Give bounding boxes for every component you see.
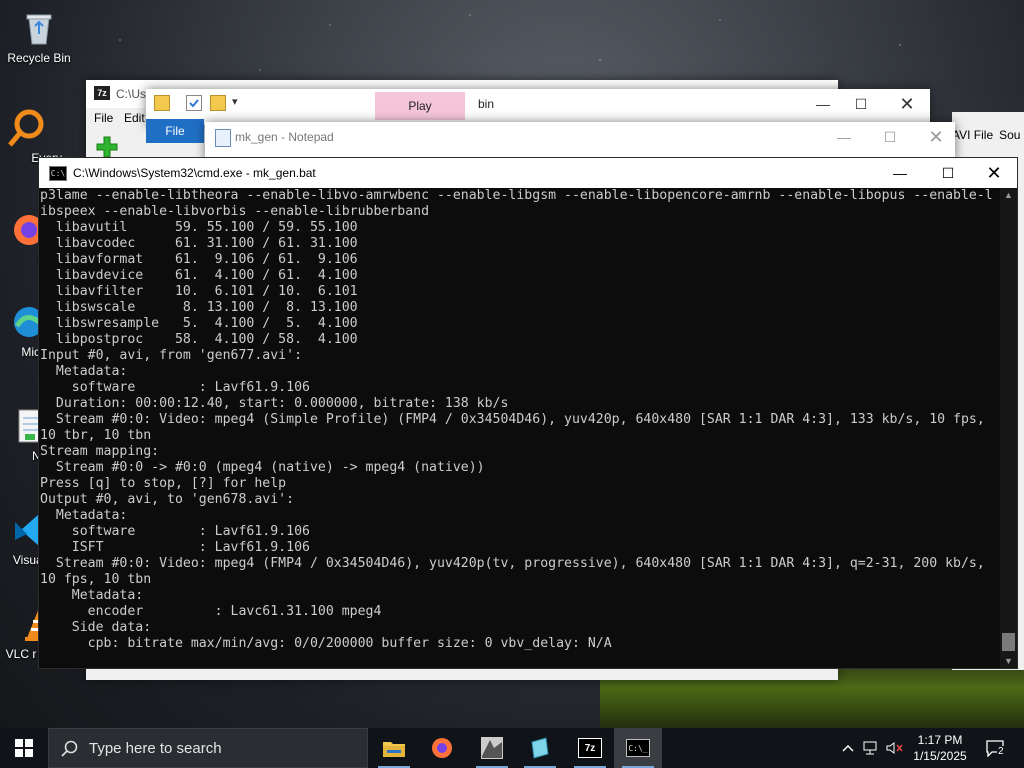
- console-line: libavformat 61. 9.106 / 61. 9.106: [40, 252, 358, 267]
- taskbar-cmd[interactable]: C:\_: [614, 728, 662, 768]
- scrollbar[interactable]: ▲ ▼: [1000, 188, 1017, 668]
- cmd-icon: C:\: [49, 166, 67, 181]
- notepad-icon: [215, 129, 231, 147]
- notification-badge: 2: [997, 746, 1005, 757]
- notifications-button[interactable]: 2: [980, 728, 1010, 768]
- taskbar-firefox[interactable]: [418, 728, 466, 768]
- console-line: Stream mapping:: [40, 444, 160, 459]
- notepad-window[interactable]: mk_gen - Notepad — ☐ ✕: [205, 122, 955, 162]
- taskbar-7zip[interactable]: 7z: [566, 728, 614, 768]
- taskbar-search[interactable]: Type here to search: [48, 728, 368, 768]
- clock[interactable]: 1:17 PM 1/15/2025: [908, 728, 972, 768]
- new-folder-icon[interactable]: [210, 95, 226, 111]
- cmd-icon: C:\_: [626, 739, 650, 757]
- clock-time: 1:17 PM: [917, 733, 963, 747]
- console-line: libpostproc 58. 4.100 / 58. 4.100: [40, 332, 358, 347]
- console-line: 10 tbr, 10 tbn: [40, 428, 152, 443]
- desktop-icon-recycle-bin[interactable]: Recycle Bin: [0, 8, 78, 66]
- console-line: software : Lavf61.9.106: [40, 380, 310, 395]
- console-line: Metadata:: [40, 508, 128, 523]
- console-line: libavdevice 61. 4.100 / 61. 4.100: [40, 268, 358, 283]
- app-icon: [481, 737, 503, 759]
- maximize-button[interactable]: ☐: [838, 89, 884, 119]
- console-line: Stream #0:0: Video: mpeg4 (FMP4 / 0x3450…: [40, 556, 985, 571]
- scroll-up-icon[interactable]: ▲: [1004, 190, 1013, 200]
- windows-logo-icon: [15, 739, 33, 757]
- console-line: Press [q] to stop, [?] for help: [40, 476, 287, 491]
- 7zip-column-headers: AVI File Sou: [952, 128, 1020, 142]
- search-placeholder: Type here to search: [89, 740, 222, 757]
- volume-muted-icon[interactable]: [884, 728, 906, 768]
- file-explorer-icon: [383, 742, 405, 757]
- folder-icon: [154, 95, 170, 111]
- minimize-button[interactable]: —: [821, 122, 867, 152]
- console-line: Output #0, avi, to 'gen678.avi':: [40, 492, 295, 507]
- clock-date: 1/15/2025: [913, 749, 967, 763]
- 7zip-logo-icon: 7z: [94, 86, 110, 100]
- console-line: Duration: 00:00:12.40, start: 0.000000, …: [40, 396, 509, 411]
- console-line: ISFT : Lavf61.9.106: [40, 540, 310, 555]
- checkbox-icon[interactable]: [186, 95, 202, 111]
- menu-file[interactable]: File: [94, 111, 113, 125]
- explorer-title: bin: [478, 97, 495, 111]
- console-line: p3lame --enable-libtheora --enable-libvo…: [40, 188, 993, 203]
- 7zip-icon: 7z: [578, 738, 602, 758]
- console-line: 10 fps, 10 tbn: [40, 572, 152, 587]
- cmd-window[interactable]: C:\ C:\Windows\System32\cmd.exe - mk_gen…: [38, 157, 1018, 669]
- console-line: libswscale 8. 13.100 / 8. 13.100: [40, 300, 358, 315]
- minimize-button[interactable]: —: [877, 158, 923, 188]
- cmd-title: C:\Windows\System32\cmd.exe - mk_gen.bat: [73, 166, 316, 180]
- tab-play[interactable]: Play: [375, 92, 465, 120]
- chevron-down-icon[interactable]: ▾: [232, 95, 238, 108]
- taskbar: Type here to search 7z C:\_ 1:17 PM 1/15…: [0, 728, 1024, 768]
- taskbar-notepad[interactable]: [516, 728, 564, 768]
- scroll-down-icon[interactable]: ▼: [1004, 656, 1013, 666]
- notepad-icon: [531, 737, 549, 759]
- explorer-window[interactable]: ▾ Play bin — ☐ ✕: [146, 89, 930, 125]
- 7zip-title: C:\Us: [116, 87, 146, 101]
- close-button[interactable]: ✕: [913, 122, 959, 152]
- console-line: cpb: bitrate max/min/avg: 0/0/200000 buf…: [40, 636, 612, 651]
- column-sou[interactable]: Sou: [999, 128, 1020, 142]
- tab-file[interactable]: File: [146, 119, 204, 143]
- firefox-icon: [432, 738, 452, 758]
- console-line: libswresample 5. 4.100 / 5. 4.100: [40, 316, 358, 331]
- taskbar-file-explorer[interactable]: [370, 728, 418, 768]
- start-button[interactable]: [0, 728, 48, 768]
- scrollbar-thumb[interactable]: [1002, 633, 1015, 651]
- menu-edit[interactable]: Edit: [124, 111, 145, 125]
- console-line: software : Lavf61.9.106: [40, 524, 310, 539]
- maximize-button[interactable]: ☐: [925, 158, 971, 188]
- network-icon[interactable]: [860, 728, 882, 768]
- console-line: ibspeex --enable-libvorbis --enable-libr…: [40, 204, 430, 219]
- notepad-title: mk_gen - Notepad: [235, 130, 334, 144]
- console-line: libavfilter 10. 6.101 / 10. 6.101: [40, 284, 358, 299]
- console-line: Stream #0:0: Video: mpeg4 (Simple Profil…: [40, 412, 985, 427]
- everything-search-icon: [5, 108, 45, 148]
- show-hidden-icons-icon[interactable]: [838, 728, 858, 768]
- cmd-titlebar[interactable]: C:\ C:\Windows\System32\cmd.exe - mk_gen…: [39, 158, 1017, 188]
- console-line: Stream #0:0 -> #0:0 (mpeg4 (native) -> m…: [40, 460, 485, 475]
- console-line: encoder : Lavc61.31.100 mpeg4: [40, 604, 382, 619]
- close-button[interactable]: ✕: [884, 89, 930, 119]
- console-line: libavutil 59. 55.100 / 59. 55.100: [40, 220, 358, 235]
- close-button[interactable]: ✕: [971, 158, 1017, 188]
- maximize-button[interactable]: ☐: [867, 122, 913, 152]
- console-output[interactable]: p3lame --enable-libtheora --enable-libvo…: [39, 188, 1000, 668]
- desktop-icon-label: Recycle Bin: [7, 51, 71, 65]
- console-line: Input #0, avi, from 'gen677.avi':: [40, 348, 303, 363]
- console-line: Metadata:: [40, 588, 144, 603]
- console-line: Side data:: [40, 620, 152, 635]
- console-line: libavcodec 61. 31.100 / 61. 31.100: [40, 236, 358, 251]
- taskbar-app[interactable]: [468, 728, 516, 768]
- search-icon: [61, 740, 78, 757]
- recycle-bin-icon: [19, 8, 59, 48]
- console-line: Metadata:: [40, 364, 128, 379]
